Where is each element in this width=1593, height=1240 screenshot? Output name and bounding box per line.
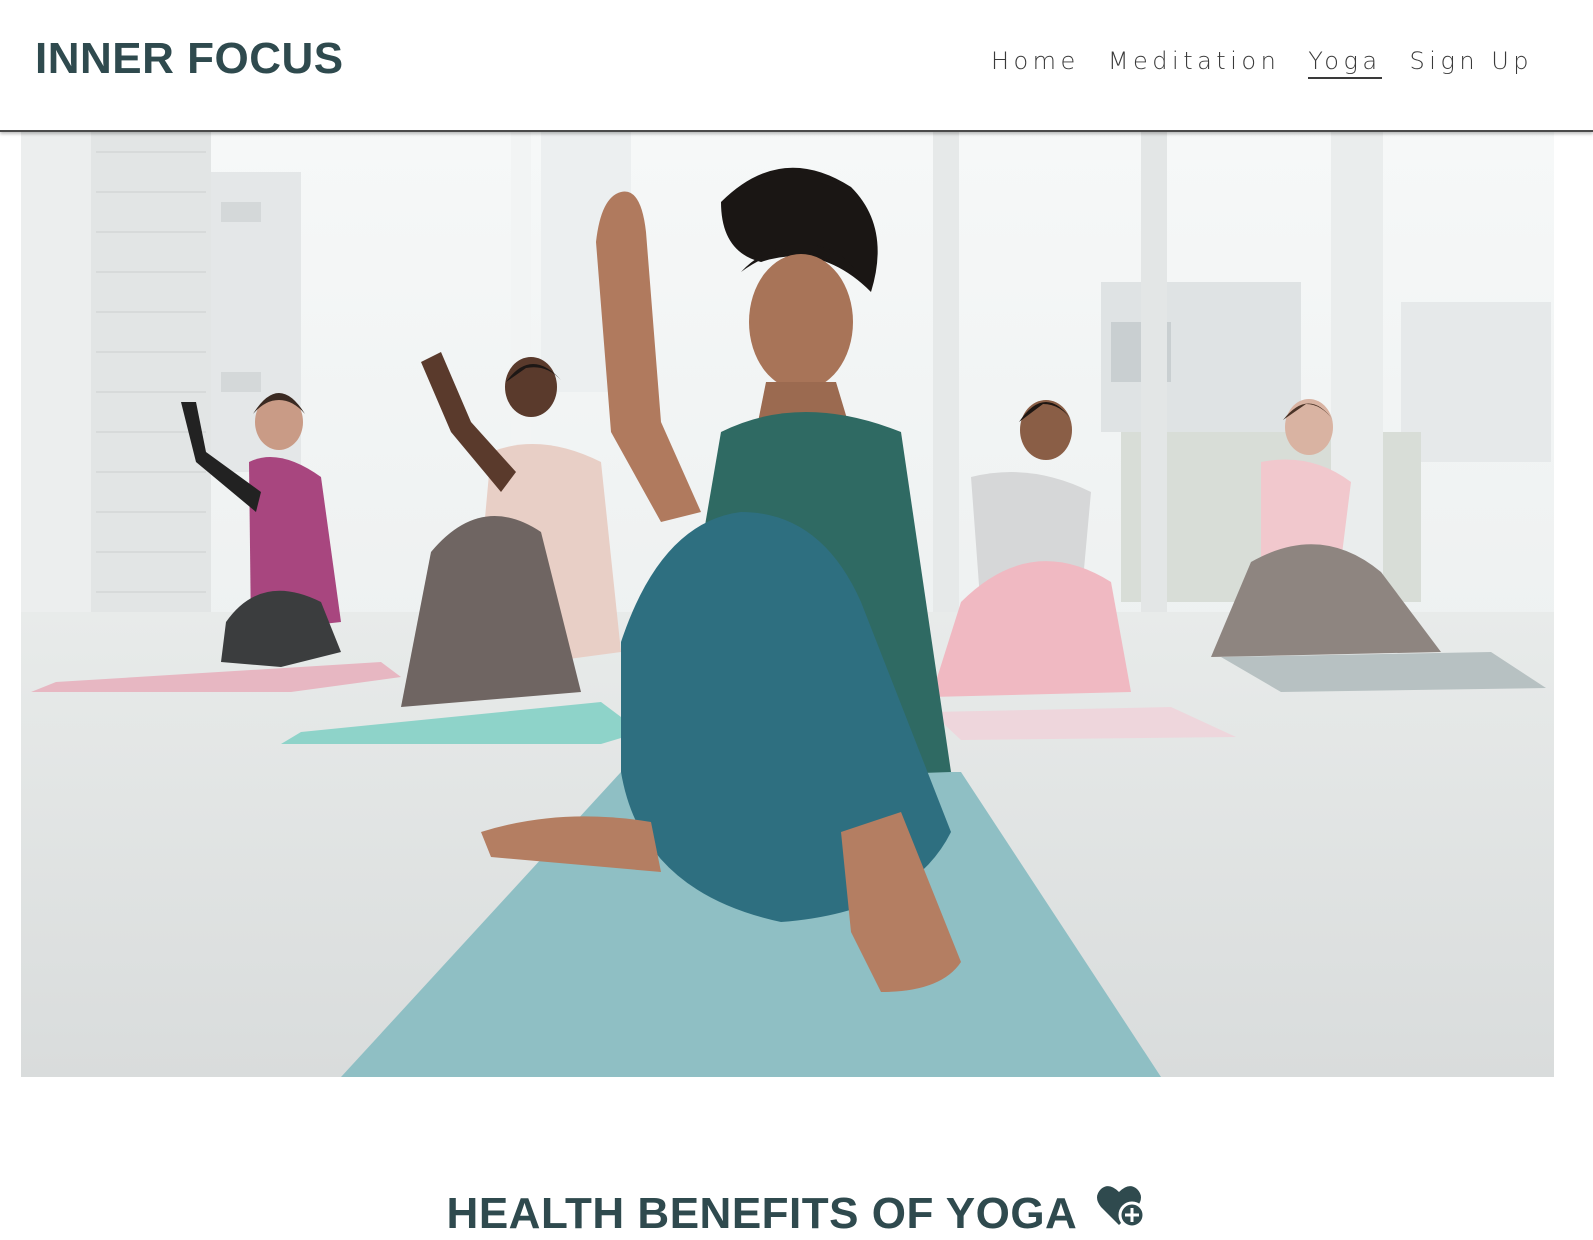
section-title-text: HEALTH BENEFITS OF YOGA <box>446 1188 1076 1238</box>
nav-home[interactable]: Home <box>991 47 1080 79</box>
hero-image <box>21 132 1554 1077</box>
section-title: HEALTH BENEFITS OF YOGA <box>0 1186 1593 1240</box>
heart-plus-icon <box>1096 1183 1146 1240</box>
nav-sign-up[interactable]: Sign Up <box>1410 47 1533 79</box>
yoga-class-photo <box>21 132 1554 1077</box>
site-logo[interactable]: INNER FOCUS <box>35 34 344 84</box>
main-nav: Home Meditation Yoga Sign Up <box>991 47 1533 79</box>
site-header: INNER FOCUS Home Meditation Yoga Sign Up <box>0 0 1593 132</box>
nav-yoga[interactable]: Yoga <box>1308 47 1382 79</box>
nav-meditation[interactable]: Meditation <box>1108 47 1280 79</box>
